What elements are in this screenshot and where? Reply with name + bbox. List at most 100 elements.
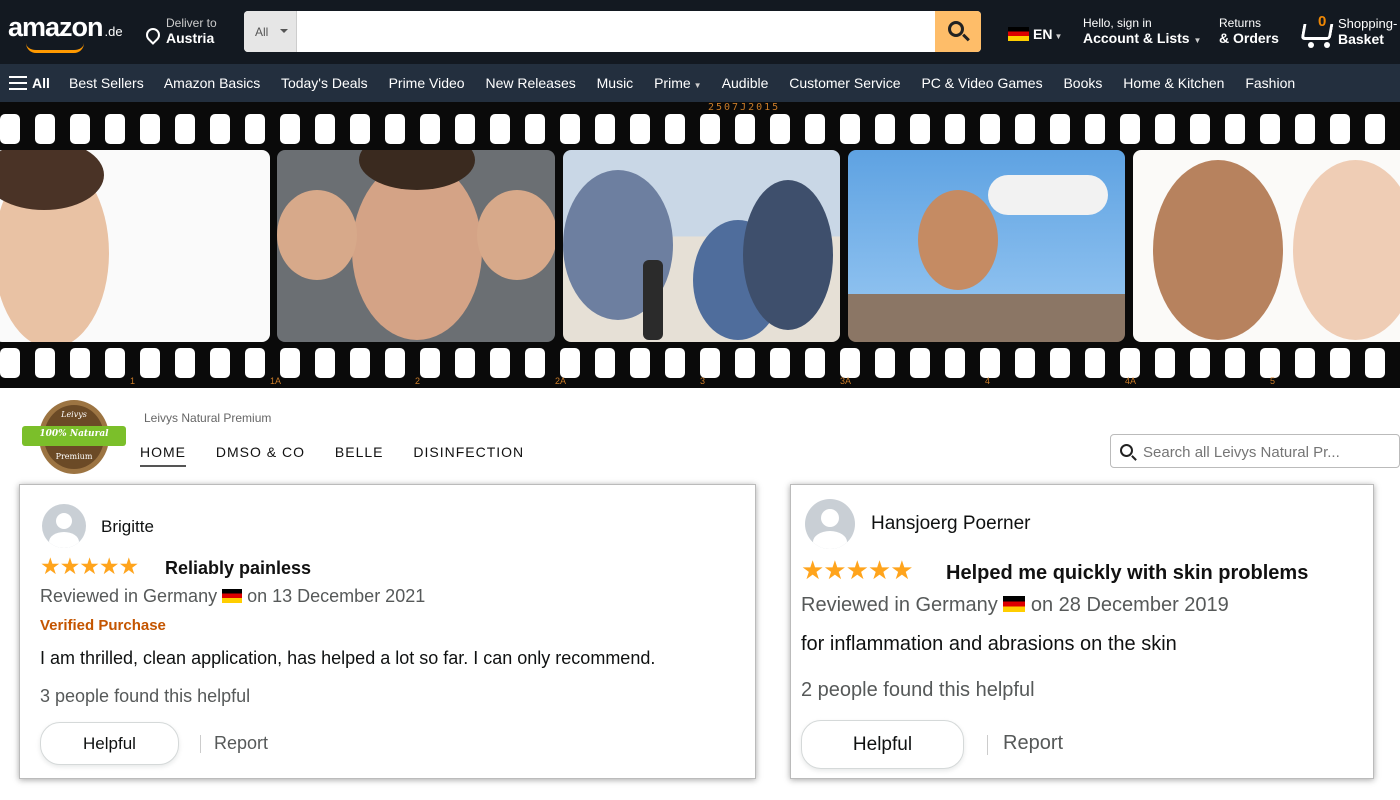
nav-link-books[interactable]: Books — [1063, 75, 1102, 91]
film-perforation — [980, 114, 1000, 144]
review-title[interactable]: Reliably painless — [165, 558, 311, 579]
nav-link-amazon-basics[interactable]: Amazon Basics — [164, 75, 260, 91]
helpful-button[interactable]: Helpful — [801, 720, 964, 769]
store-search-input[interactable] — [1143, 441, 1383, 463]
film-perforation — [350, 114, 370, 144]
tab-disinfection[interactable]: DISINFECTION — [413, 444, 524, 460]
account-and-lists[interactable]: Hello, sign in Account & Lists ▼ — [1083, 16, 1201, 46]
nav-link-music[interactable]: Music — [597, 75, 634, 91]
film-perforation — [35, 348, 55, 378]
chevron-down-icon — [280, 29, 288, 37]
helpful-button[interactable]: Helpful — [40, 722, 179, 765]
review-location: Reviewed in Germany — [40, 586, 218, 606]
language-selector[interactable]: EN ▼ — [1008, 26, 1062, 42]
returns-label: Returns — [1219, 16, 1262, 30]
leivys-logo-badge[interactable]: Leivys 100% Natural Premium — [22, 400, 126, 474]
film-perforation — [1120, 348, 1140, 378]
film-perforation — [945, 348, 965, 378]
avatar-head-icon — [56, 513, 72, 529]
tab-belle[interactable]: BELLE — [335, 444, 384, 460]
film-perforation — [1015, 348, 1035, 378]
film-perforation — [875, 348, 895, 378]
divider — [987, 735, 988, 755]
cart-wheel — [1308, 42, 1314, 48]
nav-link-prime[interactable]: Prime ▼ — [654, 75, 701, 91]
film-perforation — [175, 114, 195, 144]
nav-link-home-kitchen[interactable]: Home & Kitchen — [1123, 75, 1224, 91]
film-perforation — [1120, 114, 1140, 144]
deliver-label: Deliver to — [166, 16, 217, 30]
film-perforation — [140, 114, 160, 144]
film-perforation — [420, 348, 440, 378]
film-perforation — [700, 348, 720, 378]
nav-link-todays-deals[interactable]: Today's Deals — [281, 75, 368, 91]
tab-home[interactable]: HOME — [140, 444, 186, 467]
film-perforation — [1295, 114, 1315, 144]
helpful-count: 2 people found this helpful — [801, 679, 1035, 701]
film-perforation — [770, 348, 790, 378]
film-frame-numbers: 1 1A 2 2A 3 3A 4 4A 5 — [0, 376, 1400, 388]
shopping-basket[interactable]: 0 Shopping- Basket — [1298, 13, 1398, 50]
film-perforation — [805, 348, 825, 378]
german-flag-icon — [1008, 27, 1029, 41]
tab-dmso-co[interactable]: DMSO & CO — [216, 444, 305, 460]
review-body: for inflammation and abrasions on the sk… — [801, 633, 1177, 655]
film-perforation — [455, 348, 475, 378]
film-perforation — [595, 114, 615, 144]
review-title[interactable]: Helped me quickly with skin problems — [946, 562, 1308, 585]
film-perforation — [490, 114, 510, 144]
language-label: EN — [1033, 26, 1053, 42]
nav-link-audible[interactable]: Audible — [722, 75, 769, 91]
film-perforation — [210, 114, 230, 144]
verified-purchase-badge: Verified Purchase — [40, 617, 166, 634]
film-number: 2 — [415, 376, 421, 386]
nav-link-fashion[interactable]: Fashion — [1245, 75, 1295, 91]
star-rating: ★★★★★ — [40, 553, 139, 579]
film-perforation — [1050, 348, 1070, 378]
returns-and-orders[interactable]: Returns & Orders — [1219, 16, 1279, 46]
nav-link-prime-video[interactable]: Prime Video — [389, 75, 465, 91]
cart-count: 0 — [1318, 13, 1327, 30]
report-link[interactable]: Report — [1003, 732, 1063, 755]
film-perforation — [1330, 114, 1350, 144]
deliver-country: Austria — [166, 30, 215, 46]
film-perforation — [1085, 348, 1105, 378]
filmstrip-banner[interactable]: 2507J2015 1 1A 2 2A 3 3A 4 4A 5 — [0, 102, 1400, 388]
film-perforation — [105, 114, 125, 144]
banner-frame-woman-face — [0, 150, 270, 342]
film-perforation — [1365, 348, 1385, 378]
avatar-head-icon — [821, 509, 839, 527]
search-input[interactable] — [298, 11, 928, 52]
nav-link-pc-video-games[interactable]: PC & Video Games — [921, 75, 1042, 91]
search-button[interactable] — [935, 11, 981, 52]
chevron-down-icon: ▼ — [1193, 36, 1202, 45]
report-link[interactable]: Report — [214, 733, 268, 754]
film-perforation — [35, 114, 55, 144]
nav-link-best-sellers[interactable]: Best Sellers — [69, 75, 144, 91]
film-perforation — [1225, 114, 1245, 144]
badge-top-text: Leivys — [61, 410, 87, 419]
film-perforation — [560, 348, 580, 378]
nav-link-customer-service[interactable]: Customer Service — [789, 75, 900, 91]
reviewer-name[interactable]: Hansjoerg Poerner — [871, 513, 1030, 535]
nav-link-new-releases[interactable]: New Releases — [485, 75, 575, 91]
reviewer-avatar — [805, 499, 855, 549]
logo-text: amazon — [8, 12, 104, 42]
banner-frame-man-face — [277, 150, 555, 342]
film-perforation — [245, 114, 265, 144]
top-navigation-bar: amazon .de Deliver to Austria All EN ▼ Hel… — [0, 0, 1400, 64]
reviewer-name[interactable]: Brigitte — [101, 517, 154, 537]
film-number: 2A — [555, 376, 567, 386]
main-search-bar: All — [244, 11, 981, 52]
film-perforation — [140, 348, 160, 378]
film-perforation — [595, 348, 615, 378]
all-menu-button[interactable]: All — [9, 75, 50, 91]
legs-shape — [988, 175, 1108, 215]
film-perforation — [1155, 114, 1175, 144]
film-number: 3A — [840, 376, 852, 386]
person-shape — [743, 180, 833, 330]
search-category-dropdown[interactable]: All — [244, 11, 297, 52]
amazon-logo[interactable]: amazon .de — [8, 12, 123, 53]
film-perforation — [1190, 348, 1210, 378]
review-meta: Reviewed in Germany on 13 December 2021 — [40, 586, 425, 607]
